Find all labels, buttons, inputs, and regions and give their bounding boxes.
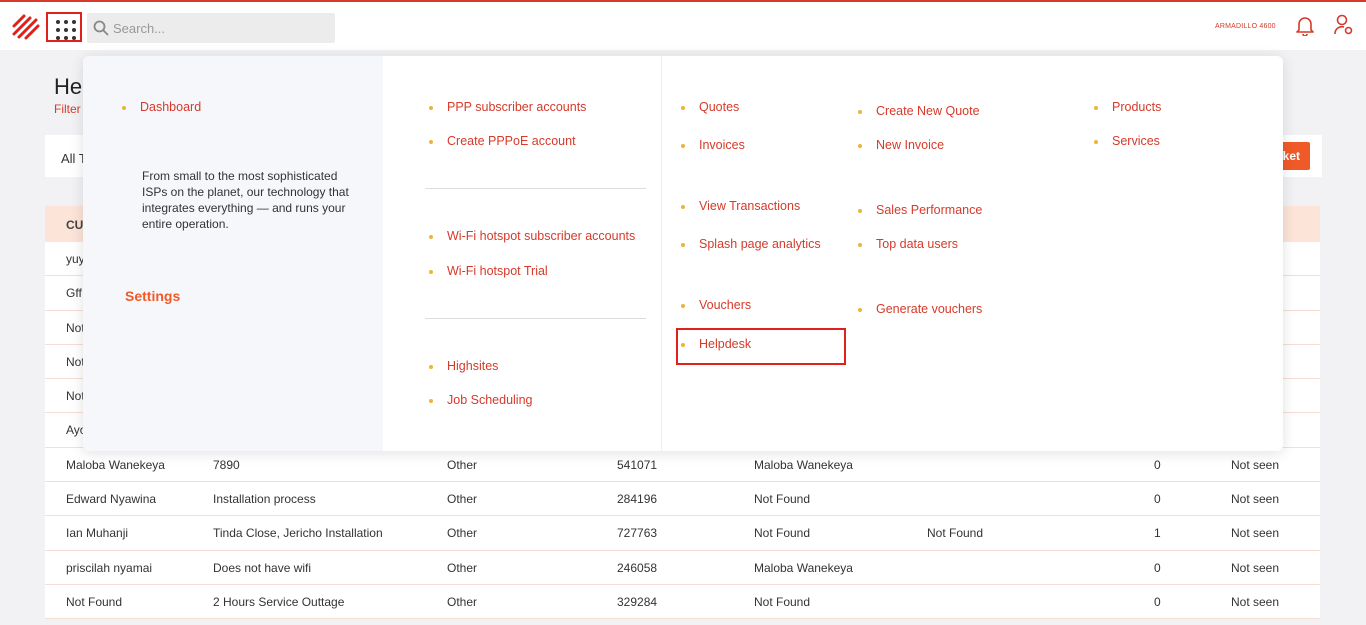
table-row[interactable]: priscilah nyamai Does not have wifi Othe… (45, 551, 1320, 585)
menu-item-highsites[interactable]: Highsites (429, 359, 498, 373)
table-cell: Maloba Wanekeya (754, 457, 853, 472)
table-cell: Gff (66, 286, 82, 301)
apps-menu-dropdown: Dashboard From small to the most sophist… (83, 56, 1283, 451)
table-cell: 0 (1154, 560, 1161, 575)
table-cell: 284196 (617, 492, 658, 507)
grid-dot (56, 28, 60, 32)
menu-item-generate-vouchers[interactable]: Generate vouchers (858, 302, 982, 316)
table-cell: Not (66, 320, 85, 335)
table-cell: Ian Muhanji (66, 526, 129, 541)
table-cell: 0 (1154, 492, 1161, 507)
table-cell: Not seen (1231, 457, 1280, 472)
grid-dot (56, 36, 60, 40)
table-cell: Other (447, 457, 478, 472)
table-cell: Not (66, 354, 85, 369)
menu-item-wifi-accounts[interactable]: Wi-Fi hotspot subscriber accounts (429, 229, 635, 243)
menu-item-job-scheduling[interactable]: Job Scheduling (429, 393, 532, 407)
table-cell: Not Found (927, 526, 984, 541)
table-cell: Not Found (66, 594, 123, 609)
search-input[interactable] (113, 18, 323, 38)
bell-icon[interactable] (1296, 16, 1314, 36)
menu-item-create-pppoe[interactable]: Create PPPoE account (429, 134, 576, 148)
table-cell: Other (447, 560, 478, 575)
table-cell: Not seen (1231, 492, 1280, 507)
menu-item-dashboard[interactable]: Dashboard (122, 100, 201, 114)
table-cell: Not Found (754, 492, 811, 507)
menu-description: From small to the most sophisticated ISP… (142, 169, 349, 231)
filter-link[interactable]: Filter (54, 102, 81, 116)
user-settings-icon[interactable] (1334, 14, 1354, 36)
menu-item-settings[interactable]: Settings (125, 288, 180, 304)
table-cell: 0 (1154, 457, 1161, 472)
grid-dot (72, 28, 76, 32)
table-cell: 1 (1154, 526, 1161, 541)
menu-item-splash-analytics[interactable]: Splash page analytics (681, 237, 821, 251)
menu-item-products[interactable]: Products (1094, 100, 1161, 114)
column-divider (661, 56, 662, 451)
table-cell: Not seen (1231, 526, 1280, 541)
table-row[interactable]: Ian Muhanji Tinda Close, Jericho Install… (45, 516, 1320, 551)
table-cell: Maloba Wanekeya (754, 560, 853, 575)
menu-item-create-quote[interactable]: Create New Quote (858, 104, 980, 118)
menu-item-ppp-accounts[interactable]: PPP subscriber accounts (429, 100, 586, 114)
menu-item-wifi-trial[interactable]: Wi-Fi hotspot Trial (429, 264, 548, 278)
table-cell: Edward Nyawina (66, 492, 157, 507)
divider (425, 318, 646, 319)
menu-item-new-invoice[interactable]: New Invoice (858, 138, 944, 152)
table-row[interactable]: Maloba Wanekeya 7890 Other 541071 Maloba… (45, 448, 1320, 483)
helpdesk-highlight-box (676, 328, 846, 365)
table-cell: Maloba Wanekeya (66, 457, 165, 472)
menu-item-invoices[interactable]: Invoices (681, 138, 745, 152)
grid-dot (64, 20, 68, 24)
table-cell: Not Found (754, 526, 811, 541)
table-cell: 2 Hours Service Outtage (213, 594, 345, 609)
menu-item-view-transactions[interactable]: View Transactions (681, 199, 800, 213)
apps-grid-button[interactable] (46, 12, 82, 42)
table-cell: yuy (66, 252, 85, 266)
table-cell: 541071 (617, 457, 658, 472)
search-box (87, 13, 335, 43)
table-cell: 246058 (617, 560, 658, 575)
grid-dot (56, 20, 60, 24)
table-cell: priscilah nyamai (66, 560, 153, 575)
search-icon (93, 20, 109, 36)
account-name[interactable]: ARMADILLO 4600 (1215, 23, 1276, 30)
grid-dot (64, 36, 68, 40)
table-cell: Not (66, 389, 85, 404)
table-row[interactable]: Not Found 2 Hours Service Outtage Other … (45, 585, 1320, 620)
grid-dot (72, 36, 76, 40)
table-cell: Other (447, 594, 478, 609)
logo-icon[interactable] (12, 14, 40, 40)
table-cell: Installation process (213, 492, 316, 507)
menu-item-vouchers[interactable]: Vouchers (681, 298, 751, 312)
table-cell: Not seen (1231, 594, 1280, 609)
table-cell: Not Found (754, 594, 811, 609)
top-bar: ARMADILLO 4600 (0, 0, 1366, 50)
table-cell: Not seen (1231, 560, 1280, 575)
table-row[interactable]: Edward Nyawina Installation process Othe… (45, 482, 1320, 517)
menu-item-services[interactable]: Services (1094, 134, 1160, 148)
table-cell: 329284 (617, 594, 658, 609)
table-cell: 0 (1154, 594, 1161, 609)
grid-dot (72, 20, 76, 24)
table-cell: Other (447, 526, 478, 541)
divider (425, 188, 646, 189)
menu-item-top-data-users[interactable]: Top data users (858, 237, 958, 251)
table-cell: Does not have wifi (213, 560, 312, 575)
table-cell: 7890 (213, 457, 240, 472)
menu-item-quotes[interactable]: Quotes (681, 100, 739, 114)
table-cell: 727763 (617, 526, 658, 541)
column-header-customer: CU (66, 218, 84, 232)
menu-item-sales-performance[interactable]: Sales Performance (858, 203, 982, 217)
table-cell: Other (447, 492, 478, 507)
menu-intro-panel (83, 56, 383, 451)
grid-dot (64, 28, 68, 32)
table-cell: Tinda Close, Jericho Installation (213, 526, 383, 541)
